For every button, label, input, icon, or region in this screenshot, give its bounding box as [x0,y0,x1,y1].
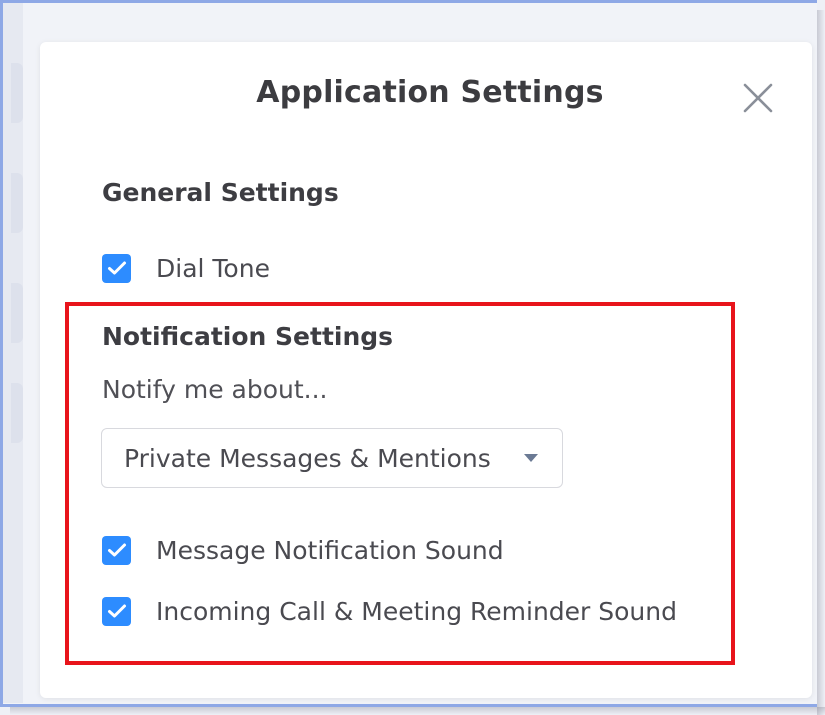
checkmark-icon [107,543,126,557]
checkmark-icon [107,604,126,618]
message-sound-row[interactable]: Message Notification Sound [102,534,504,566]
dial-tone-row[interactable]: Dial Tone [102,252,270,284]
call-sound-row[interactable]: Incoming Call & Meeting Reminder Sound [102,595,677,627]
application-settings-dialog: Application Settings General Settings Di… [40,42,812,698]
dialog-title: Application Settings [256,75,604,110]
general-settings-heading: General Settings [102,178,339,207]
message-sound-checkbox[interactable] [102,535,131,565]
dropdown-selected-value: Private Messages & Mentions [124,443,491,473]
message-sound-label: Message Notification Sound [156,535,504,565]
call-sound-checkbox[interactable] [102,596,131,626]
notify-about-dropdown[interactable]: Private Messages & Mentions [101,428,563,488]
dial-tone-label: Dial Tone [156,253,270,283]
call-sound-label: Incoming Call & Meeting Reminder Sound [156,596,677,626]
notification-settings-heading: Notification Settings [102,322,394,351]
close-icon [743,83,773,113]
dial-tone-checkbox[interactable] [102,253,131,283]
close-button[interactable] [738,78,778,118]
notify-hint-text: Notify me about... [102,375,328,404]
caret-down-icon [524,454,538,462]
checkmark-icon [107,261,126,275]
background-sidebar [3,3,23,703]
